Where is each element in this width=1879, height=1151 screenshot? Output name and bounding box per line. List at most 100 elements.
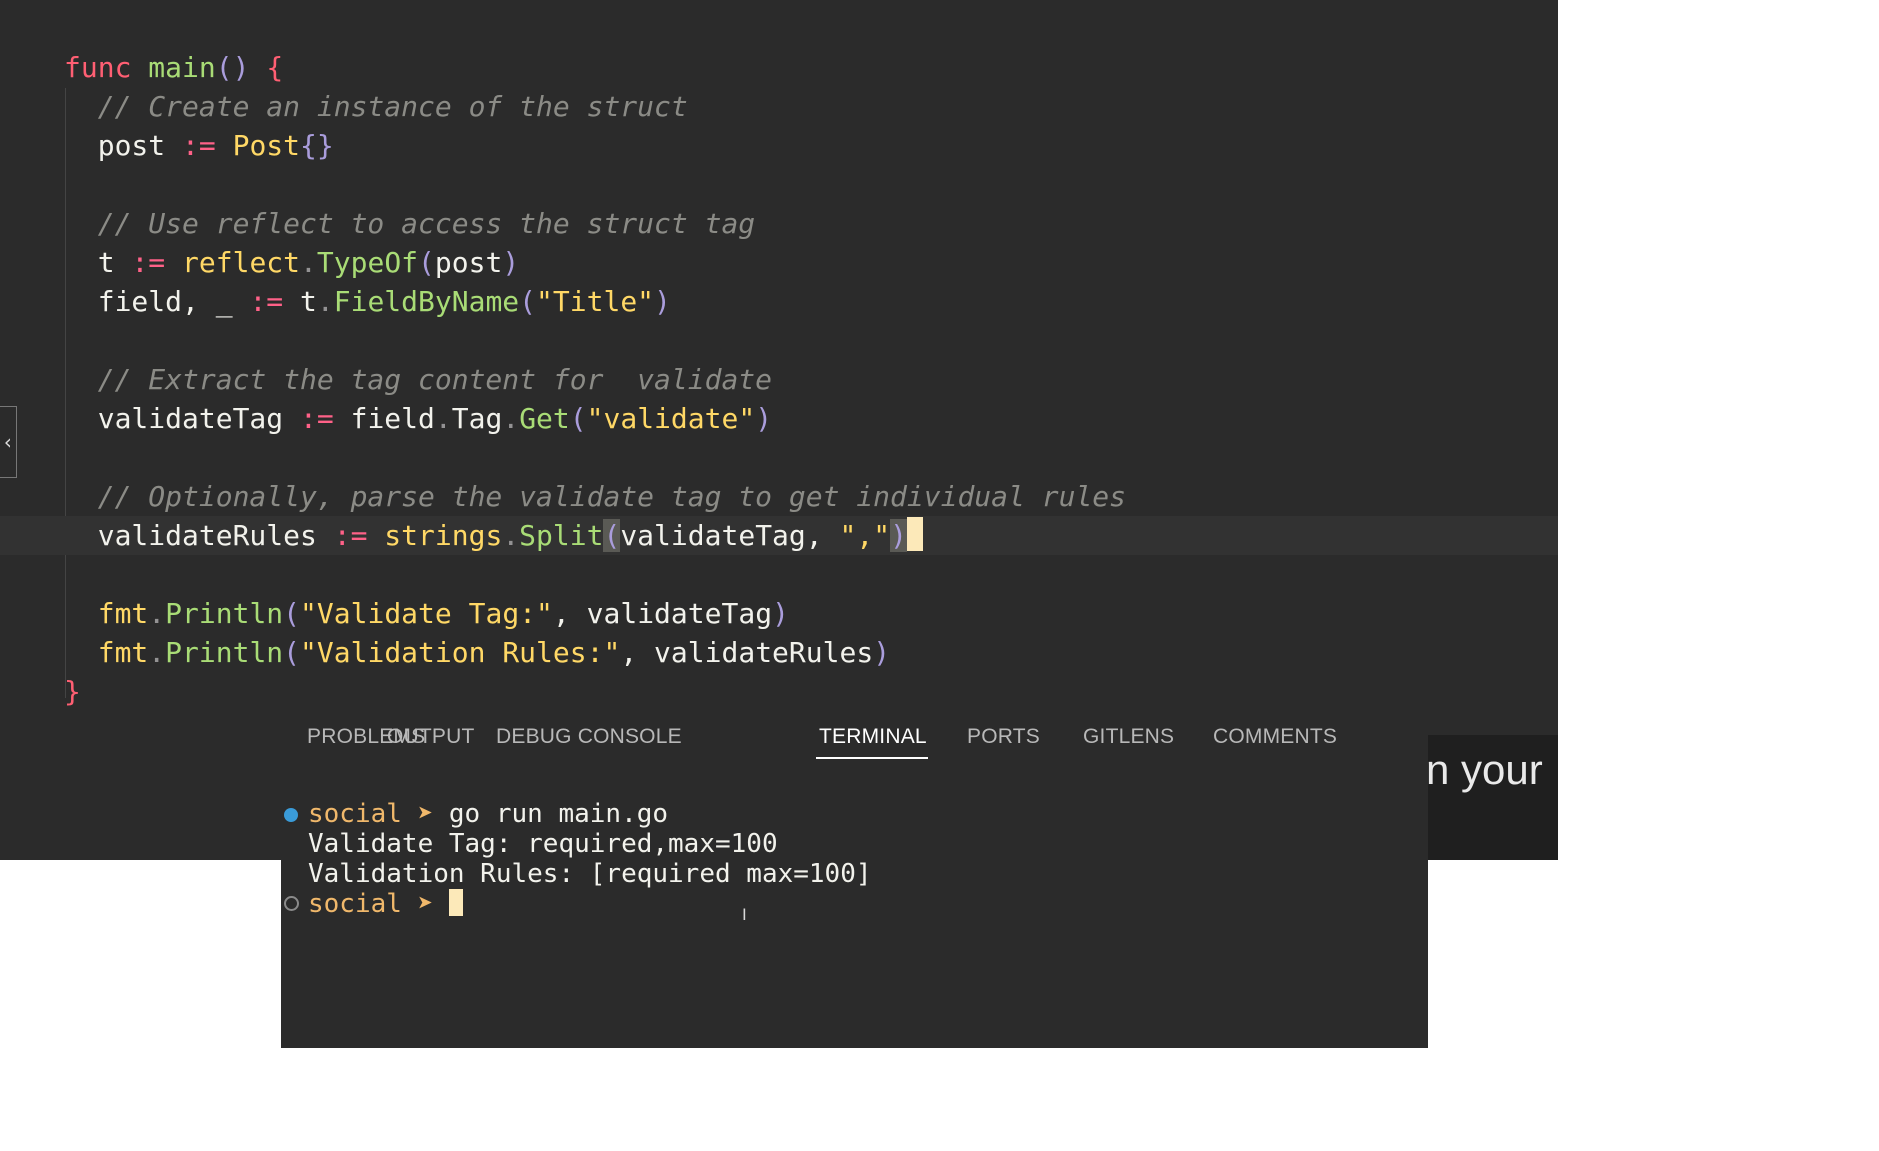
- code-token: "Validate Tag:": [300, 597, 553, 630]
- code-token: main: [148, 51, 216, 84]
- code-token: Post: [232, 129, 301, 162]
- code-token: ",": [839, 519, 891, 552]
- prompt-directory: social: [308, 799, 402, 829]
- code-token: post: [434, 246, 503, 279]
- code-token: t: [283, 285, 317, 318]
- code-line[interactable]: fmt.Println("Validate Tag:", validateTag…: [0, 594, 1558, 633]
- code-line[interactable]: // Use reflect to access the struct tag: [0, 204, 1558, 243]
- code-token: ): [772, 597, 789, 630]
- code-token: func: [64, 51, 149, 84]
- code-token: ): [890, 519, 907, 552]
- code-token: .: [502, 519, 520, 552]
- code-line[interactable]: t := reflect.TypeOf(post): [0, 243, 1558, 282]
- code-token: :=: [333, 519, 368, 552]
- code-token: (: [283, 597, 301, 630]
- code-token: (: [519, 285, 537, 318]
- code-token: :=: [131, 246, 166, 279]
- code-token: .: [300, 246, 317, 279]
- code-line[interactable]: }: [0, 672, 1558, 711]
- code-token: .: [502, 402, 520, 435]
- code-token: {}: [300, 129, 334, 162]
- command-success-dot-icon: [284, 808, 298, 822]
- sidebar-toggle-handle[interactable]: ‹: [0, 406, 17, 478]
- video-caption: n your: [1426, 746, 1543, 793]
- tab-output[interactable]: OUTPUT: [387, 723, 475, 759]
- bottom-panel[interactable]: PROBLEMS OUTPUT DEBUG CONSOLE TERMINAL P…: [281, 713, 1428, 1048]
- code-token: Println: [165, 597, 284, 630]
- code-line[interactable]: // Create an instance of the struct: [0, 87, 1558, 126]
- code-token: (: [569, 402, 587, 435]
- code-token: // Extract the tag content for validate: [64, 363, 773, 396]
- terminal-command: go run main.go: [448, 799, 669, 829]
- code-token: Get: [519, 402, 570, 435]
- code-line[interactable]: // Extract the tag content for validate: [0, 360, 1558, 399]
- prompt-arrow-icon: ➤: [417, 799, 434, 829]
- terminal-input-line[interactable]: social ➤: [308, 889, 463, 919]
- code-token: ): [873, 636, 891, 669]
- code-token: field: [333, 402, 435, 435]
- code-token: // Use reflect to access the struct tag: [64, 207, 756, 240]
- terminal-cursor: [448, 889, 463, 916]
- code-token: :=: [249, 285, 284, 318]
- code-token: validateRules: [64, 519, 334, 552]
- code-token: t: [64, 246, 132, 279]
- code-token: (: [603, 519, 621, 552]
- code-token: reflect: [182, 246, 301, 279]
- terminal-output-line: Validate Tag: required,max=100: [308, 829, 778, 859]
- code-token: strings: [384, 519, 503, 552]
- text-cursor: [906, 517, 923, 551]
- prompt-arrow-icon: ➤: [417, 889, 434, 919]
- code-line[interactable]: [0, 555, 1558, 594]
- prompt-directory: social: [308, 889, 402, 919]
- code-line[interactable]: [0, 165, 1558, 204]
- code-line[interactable]: func main() {: [0, 48, 1558, 87]
- command-pending-dot-icon: [284, 896, 299, 911]
- code-token: .: [148, 636, 166, 669]
- code-token: ): [755, 402, 773, 435]
- code-line[interactable]: fmt.Println("Validation Rules:", validat…: [0, 633, 1558, 672]
- panel-tab-bar: PROBLEMS OUTPUT DEBUG CONSOLE TERMINAL P…: [281, 713, 1428, 759]
- tab-debug-console[interactable]: DEBUG CONSOLE: [496, 723, 682, 759]
- tab-gitlens[interactable]: GITLENS: [1083, 723, 1174, 759]
- terminal-output-line: Validation Rules: [required max=100]: [308, 859, 872, 889]
- code-token: {: [266, 51, 284, 84]
- code-token: }: [64, 675, 81, 708]
- code-line[interactable]: [0, 321, 1558, 360]
- code-token: :=: [300, 402, 334, 435]
- code-token: "Title": [536, 285, 655, 318]
- code-token: // Create an instance of the struct: [64, 90, 688, 123]
- code-token: (: [418, 246, 435, 279]
- code-token: , validateRules: [620, 636, 874, 669]
- code-token: fmt: [97, 636, 149, 669]
- code-token: Split: [519, 519, 604, 552]
- code-line[interactable]: [0, 438, 1558, 477]
- code-token: (): [215, 51, 250, 84]
- code-token: fmt: [97, 597, 149, 630]
- code-token: "validate": [586, 402, 756, 435]
- tab-comments[interactable]: COMMENTS: [1213, 723, 1337, 759]
- code-token: .: [434, 402, 452, 435]
- text-cursor-icon: I: [742, 905, 747, 924]
- tab-ports[interactable]: PORTS: [967, 723, 1040, 759]
- code-line[interactable]: post := Post{}: [0, 126, 1558, 165]
- code-token: .: [148, 597, 166, 630]
- code-token: :=: [182, 129, 216, 162]
- tab-terminal[interactable]: TERMINAL: [819, 723, 927, 759]
- code-token: (: [283, 636, 301, 669]
- code-token: TypeOf: [316, 246, 419, 279]
- code-line[interactable]: // Optionally, parse the validate tag to…: [0, 477, 1558, 516]
- code-token: validateTag: [64, 402, 301, 435]
- code-token: ): [654, 285, 671, 318]
- code-line[interactable]: field, _ := t.FieldByName("Title"): [0, 282, 1558, 321]
- code-token: // Optionally, parse the validate tag to…: [64, 480, 1127, 513]
- terminal-command-line: social ➤ go run main.go: [308, 799, 668, 829]
- code-line[interactable]: validateRules := strings.Split(validateT…: [0, 516, 1558, 555]
- code-token: , validateTag: [552, 597, 773, 630]
- code-line[interactable]: validateTag := field.Tag.Get("validate"): [0, 399, 1558, 438]
- code-token: post: [64, 129, 183, 162]
